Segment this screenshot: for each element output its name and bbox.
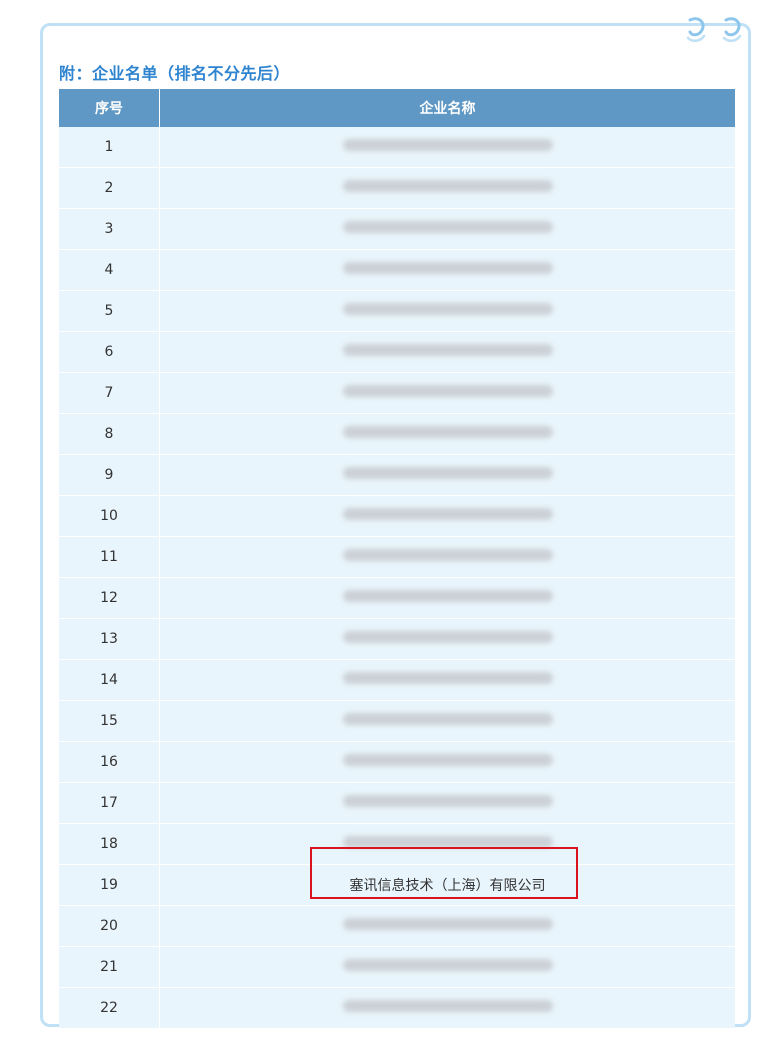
row-index: 14 <box>59 659 160 701</box>
list-heading: 附：企业名单（排名不分先后） <box>59 64 291 83</box>
row-index: 5 <box>59 290 160 332</box>
row-index: 18 <box>59 823 160 865</box>
table-row: 2 <box>59 167 735 209</box>
redacted-company-name <box>342 1000 553 1012</box>
company-name-cell <box>159 618 735 660</box>
row-index: 3 <box>59 208 160 250</box>
redacted-company-name <box>342 672 553 684</box>
company-name-cell <box>159 700 735 742</box>
table-row: 11 <box>59 536 735 578</box>
redacted-company-name <box>342 303 553 315</box>
table-row: 22 <box>59 987 735 1029</box>
redacted-company-name <box>342 467 553 479</box>
company-name-cell <box>159 127 735 168</box>
row-index: 21 <box>59 946 160 988</box>
company-name-cell <box>159 167 735 209</box>
table-row: 16 <box>59 741 735 783</box>
table-row: 21 <box>59 946 735 988</box>
row-index: 9 <box>59 454 160 496</box>
company-name-cell <box>159 454 735 496</box>
row-index: 6 <box>59 331 160 373</box>
swirl-decoration-icon <box>682 14 710 46</box>
redacted-company-name <box>342 221 553 233</box>
row-index: 15 <box>59 700 160 742</box>
table-row: 9 <box>59 454 735 496</box>
redacted-company-name <box>342 795 553 807</box>
row-index: 10 <box>59 495 160 537</box>
company-name-cell <box>159 413 735 455</box>
company-name-cell <box>159 208 735 250</box>
table-row: 10 <box>59 495 735 537</box>
table-row: 6 <box>59 331 735 373</box>
redacted-company-name <box>342 139 553 151</box>
company-name-cell <box>159 946 735 988</box>
table-row: 1 <box>59 127 735 168</box>
company-name-cell <box>159 290 735 332</box>
row-index: 4 <box>59 249 160 291</box>
row-index: 19 <box>59 864 160 906</box>
table-row: 14 <box>59 659 735 701</box>
company-name-cell <box>159 577 735 619</box>
redacted-company-name <box>342 262 553 274</box>
row-index: 20 <box>59 905 160 947</box>
redacted-company-name <box>342 631 553 643</box>
redacted-company-name <box>342 344 553 356</box>
redacted-company-name <box>342 713 553 725</box>
company-name-cell <box>159 741 735 783</box>
table-row: 4 <box>59 249 735 291</box>
table-row: 20 <box>59 905 735 947</box>
row-index: 1 <box>59 127 160 168</box>
row-index: 17 <box>59 782 160 824</box>
redacted-company-name <box>342 590 553 602</box>
header-index: 序号 <box>59 89 160 127</box>
redacted-company-name <box>342 918 553 930</box>
table-row: 17 <box>59 782 735 824</box>
redacted-company-name <box>342 508 553 520</box>
table-row: 3 <box>59 208 735 250</box>
table-row: 7 <box>59 372 735 414</box>
redacted-company-name <box>342 426 553 438</box>
table-header-row: 序号 企业名称 <box>59 89 735 127</box>
company-name-cell <box>159 249 735 291</box>
header-company-name: 企业名称 <box>159 89 735 127</box>
row-index: 8 <box>59 413 160 455</box>
row-index: 12 <box>59 577 160 619</box>
row-index: 7 <box>59 372 160 414</box>
company-name-cell <box>159 372 735 414</box>
table-row: 8 <box>59 413 735 455</box>
company-name-cell <box>159 659 735 701</box>
table-row: 13 <box>59 618 735 660</box>
swirl-decoration-icon <box>718 14 746 46</box>
table-row: 12 <box>59 577 735 619</box>
row-index: 22 <box>59 987 160 1029</box>
table-row: 5 <box>59 290 735 332</box>
company-name-cell <box>159 782 735 824</box>
company-name-cell <box>159 331 735 373</box>
redacted-company-name <box>342 180 553 192</box>
company-name-cell <box>159 536 735 578</box>
company-name-cell <box>159 495 735 537</box>
redacted-company-name <box>342 385 553 397</box>
company-name-cell <box>159 987 735 1029</box>
highlight-box <box>310 847 578 899</box>
table-row: 15 <box>59 700 735 742</box>
row-index: 13 <box>59 618 160 660</box>
redacted-company-name <box>342 959 553 971</box>
row-index: 2 <box>59 167 160 209</box>
redacted-company-name <box>342 549 553 561</box>
row-index: 11 <box>59 536 160 578</box>
redacted-company-name <box>342 754 553 766</box>
company-name-cell <box>159 905 735 947</box>
row-index: 16 <box>59 741 160 783</box>
